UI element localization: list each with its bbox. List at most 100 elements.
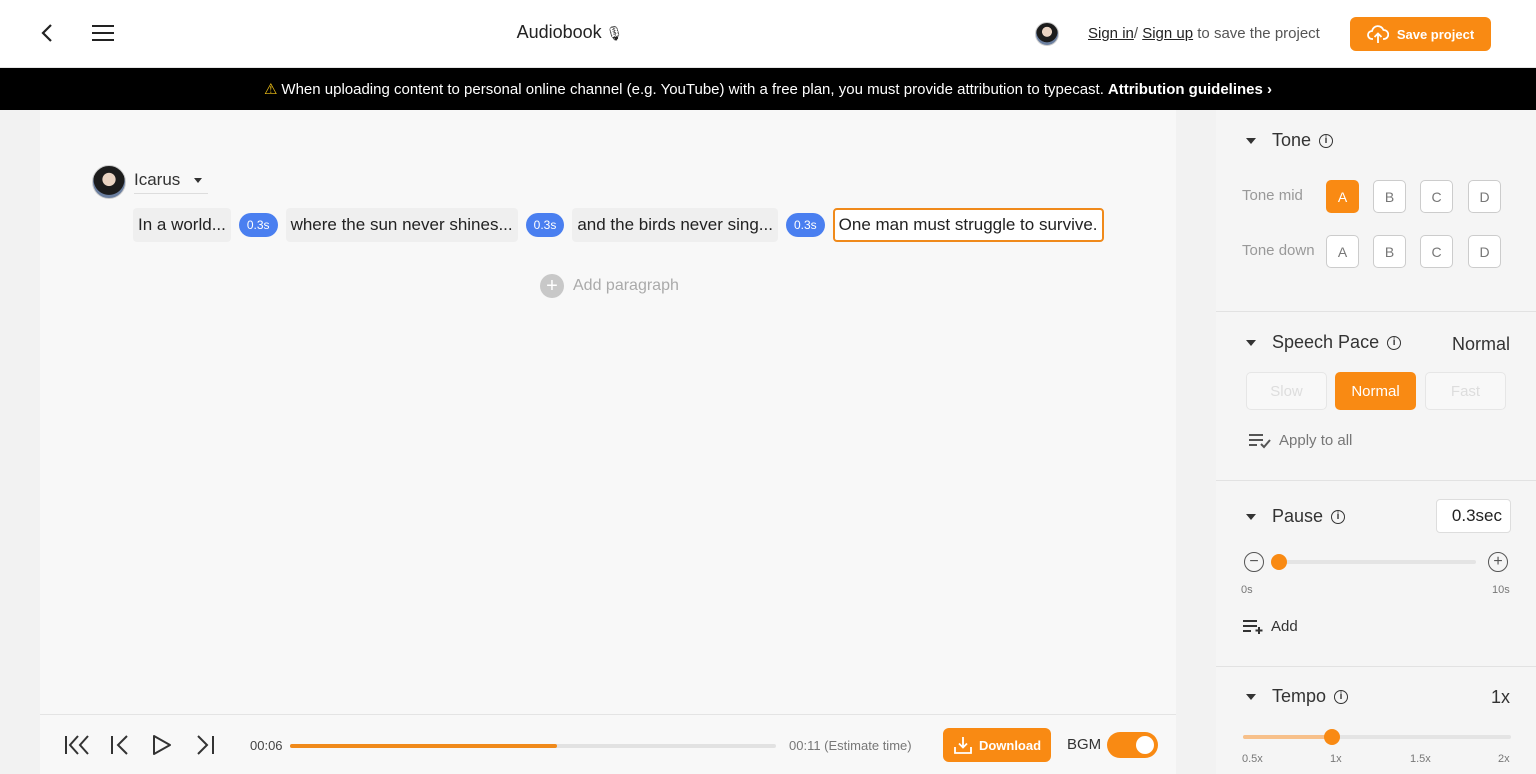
playback-progress-fill xyxy=(290,744,558,748)
auth-suffix: to save the project xyxy=(1197,25,1320,42)
auth-prompt: Sign in/ Sign up to save the project xyxy=(1088,25,1320,42)
banner-text: When uploading content to personal onlin… xyxy=(281,80,1104,98)
collapse-triangle-icon xyxy=(1246,693,1256,700)
tone-mid-a[interactable]: A xyxy=(1326,180,1359,213)
tone-mid-b[interactable]: B xyxy=(1373,180,1406,213)
sign-up-link[interactable]: Sign up xyxy=(1142,25,1193,42)
tone-down-c[interactable]: C xyxy=(1420,235,1453,268)
info-icon[interactable]: i xyxy=(1319,133,1334,148)
speaker-avatar xyxy=(92,165,126,199)
tone-down-a[interactable]: A xyxy=(1326,235,1359,268)
tone-down-d[interactable]: D xyxy=(1468,235,1501,268)
save-project-button[interactable]: Save project xyxy=(1350,17,1491,51)
collapse-triangle-icon xyxy=(1246,137,1256,144)
list-check-icon xyxy=(1249,433,1271,448)
plus-circle-icon: + xyxy=(540,274,564,298)
player-bar: 00:06 00:11 (Estimate time) Download BGM xyxy=(40,714,1176,774)
download-icon xyxy=(954,737,972,754)
tempo-tick-0.5x: 0.5x xyxy=(1242,753,1263,765)
tone-down-b[interactable]: B xyxy=(1373,235,1406,268)
info-icon[interactable]: i xyxy=(1334,689,1349,704)
pause-slider-knob[interactable] xyxy=(1271,554,1288,570)
caret-down-icon xyxy=(194,177,203,183)
attribution-guidelines-label: Attribution guidelines xyxy=(1107,80,1263,98)
bgm-toggle-knob xyxy=(1136,736,1154,754)
tone-mid-label: Tone mid xyxy=(1242,187,1303,204)
next-sentence-icon[interactable] xyxy=(195,733,215,757)
pace-normal-button[interactable]: Normal xyxy=(1335,372,1416,410)
pause-slider-track[interactable] xyxy=(1271,554,1476,570)
pause-chip-2[interactable]: 0.3s xyxy=(525,213,565,237)
attribution-guidelines-link[interactable]: Attribution guidelines › xyxy=(1108,81,1272,98)
tempo-value: 1x xyxy=(1490,687,1510,707)
info-icon[interactable]: i xyxy=(1331,509,1346,524)
attribution-banner: ⚠ When uploading content to personal onl… xyxy=(0,68,1536,110)
sentence-2[interactable]: where the sun never shines... xyxy=(285,208,518,242)
tempo-title: Tempo xyxy=(1272,686,1327,706)
script-editor: Icarus In a world... 0.3s where the sun … xyxy=(40,110,1176,714)
tempo-slider-knob[interactable] xyxy=(1324,729,1341,745)
cloud-upload-icon xyxy=(1366,25,1389,43)
playback-progress-bar[interactable] xyxy=(290,744,776,748)
page-title-text: Audiobook xyxy=(516,22,602,42)
speech-pace-value: Normal xyxy=(1451,334,1510,354)
pause-value-input[interactable]: 0.3sec xyxy=(1436,499,1511,533)
list-add-icon xyxy=(1243,619,1263,634)
pause-header[interactable]: Pause i xyxy=(1246,506,1346,527)
tempo-header[interactable]: Tempo i xyxy=(1246,686,1349,707)
tempo-slider-track[interactable] xyxy=(1243,729,1511,745)
pause-chip-1[interactable]: 0.3s xyxy=(238,213,278,237)
speech-pace-header[interactable]: Speech Pace i xyxy=(1246,332,1402,353)
tone-mid-c[interactable]: C xyxy=(1420,180,1453,213)
pause-max-label: 10s xyxy=(1492,584,1510,596)
download-button[interactable]: Download xyxy=(943,728,1051,762)
tone-title: Tone xyxy=(1272,130,1312,150)
sentence-3[interactable]: and the birds never sing... xyxy=(572,208,778,242)
top-header: Audiobook 🎙 Sign in/ Sign up to save the … xyxy=(0,0,1536,68)
user-avatar[interactable] xyxy=(1035,22,1059,46)
apply-to-all-label: Apply to all xyxy=(1279,432,1353,449)
speech-pace-title: Speech Pace xyxy=(1272,332,1380,352)
auth-separator: / xyxy=(1133,25,1139,42)
tempo-tick-2x: 2x xyxy=(1498,753,1510,765)
pace-slow-button[interactable]: Slow xyxy=(1246,372,1327,410)
add-pause-button[interactable]: Add xyxy=(1243,618,1298,635)
collapse-triangle-icon xyxy=(1246,339,1256,346)
add-pause-label: Add xyxy=(1271,618,1298,635)
page-title: Audiobook 🎙 xyxy=(0,22,1140,43)
tone-header[interactable]: Tone i xyxy=(1246,130,1334,151)
tone-down-label: Tone down xyxy=(1242,242,1315,259)
sentence-4-active[interactable]: One man must struggle to survive. xyxy=(832,208,1104,242)
plus-circle-icon[interactable]: + xyxy=(1488,552,1508,572)
bgm-toggle[interactable] xyxy=(1107,732,1158,758)
apply-to-all-button[interactable]: Apply to all xyxy=(1249,432,1352,449)
sentence-1[interactable]: In a world... xyxy=(133,208,231,242)
warning-icon: ⚠ xyxy=(263,81,278,98)
sign-in-link[interactable]: Sign in xyxy=(1088,25,1134,42)
tempo-tick-1.5x: 1.5x xyxy=(1410,753,1431,765)
tone-mid-d[interactable]: D xyxy=(1468,180,1501,213)
tone-section: Tone i Tone mid A B C D Tone down A B C … xyxy=(1216,110,1536,312)
tempo-tick-1x: 1x xyxy=(1330,753,1342,765)
pause-min-label: 0s xyxy=(1241,584,1253,596)
add-paragraph-label: Add paragraph xyxy=(573,277,679,294)
pause-title: Pause xyxy=(1272,506,1324,526)
section-divider xyxy=(1216,480,1536,481)
current-time: 00:06 xyxy=(250,738,283,753)
collapse-triangle-icon xyxy=(1246,513,1256,520)
play-icon[interactable] xyxy=(152,733,172,757)
pause-chip-3[interactable]: 0.3s xyxy=(785,213,825,237)
settings-panel: Tone i Tone mid A B C D Tone down A B C … xyxy=(1216,110,1536,774)
speaker-dropdown[interactable]: Icarus xyxy=(134,170,209,194)
minus-circle-icon[interactable]: − xyxy=(1244,552,1264,572)
skip-to-start-icon[interactable] xyxy=(64,733,92,757)
download-label: Download xyxy=(978,737,1042,753)
save-project-label: Save project xyxy=(1396,26,1475,42)
bgm-label: BGM xyxy=(1067,736,1102,753)
speaker-selector[interactable]: Icarus xyxy=(92,165,209,199)
speaker-name: Icarus xyxy=(134,170,181,189)
add-paragraph-button[interactable]: + Add paragraph xyxy=(540,274,679,298)
previous-sentence-icon[interactable] xyxy=(110,733,130,757)
pace-fast-button[interactable]: Fast xyxy=(1425,372,1506,410)
info-icon[interactable]: i xyxy=(1387,335,1402,350)
